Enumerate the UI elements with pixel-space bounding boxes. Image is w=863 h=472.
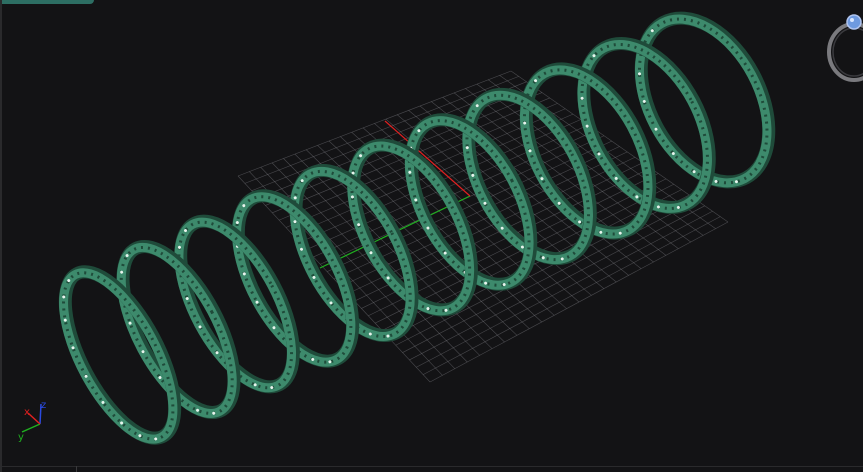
scene-canvas[interactable]: x y z <box>0 0 863 472</box>
ring-preview-icon[interactable] <box>820 10 863 90</box>
triad-x-label: x <box>24 407 30 418</box>
bangle-band <box>59 268 178 444</box>
triad-y-label: y <box>18 432 24 443</box>
grid-line <box>402 200 698 353</box>
triad-y-line <box>21 423 41 433</box>
axis-triad-icon: x y z <box>18 400 46 443</box>
triad-z-label: z <box>41 400 46 411</box>
bangle-array[interactable] <box>40 0 795 456</box>
grid-line <box>409 205 705 361</box>
gizmo-ring-band <box>827 22 863 82</box>
gizmo-gem-highlight <box>850 18 854 22</box>
3d-viewport[interactable]: x y z <box>0 0 863 472</box>
gizmo-gem <box>846 14 862 30</box>
bangle[interactable] <box>40 256 197 456</box>
gizmo-ring-inner <box>832 27 863 77</box>
